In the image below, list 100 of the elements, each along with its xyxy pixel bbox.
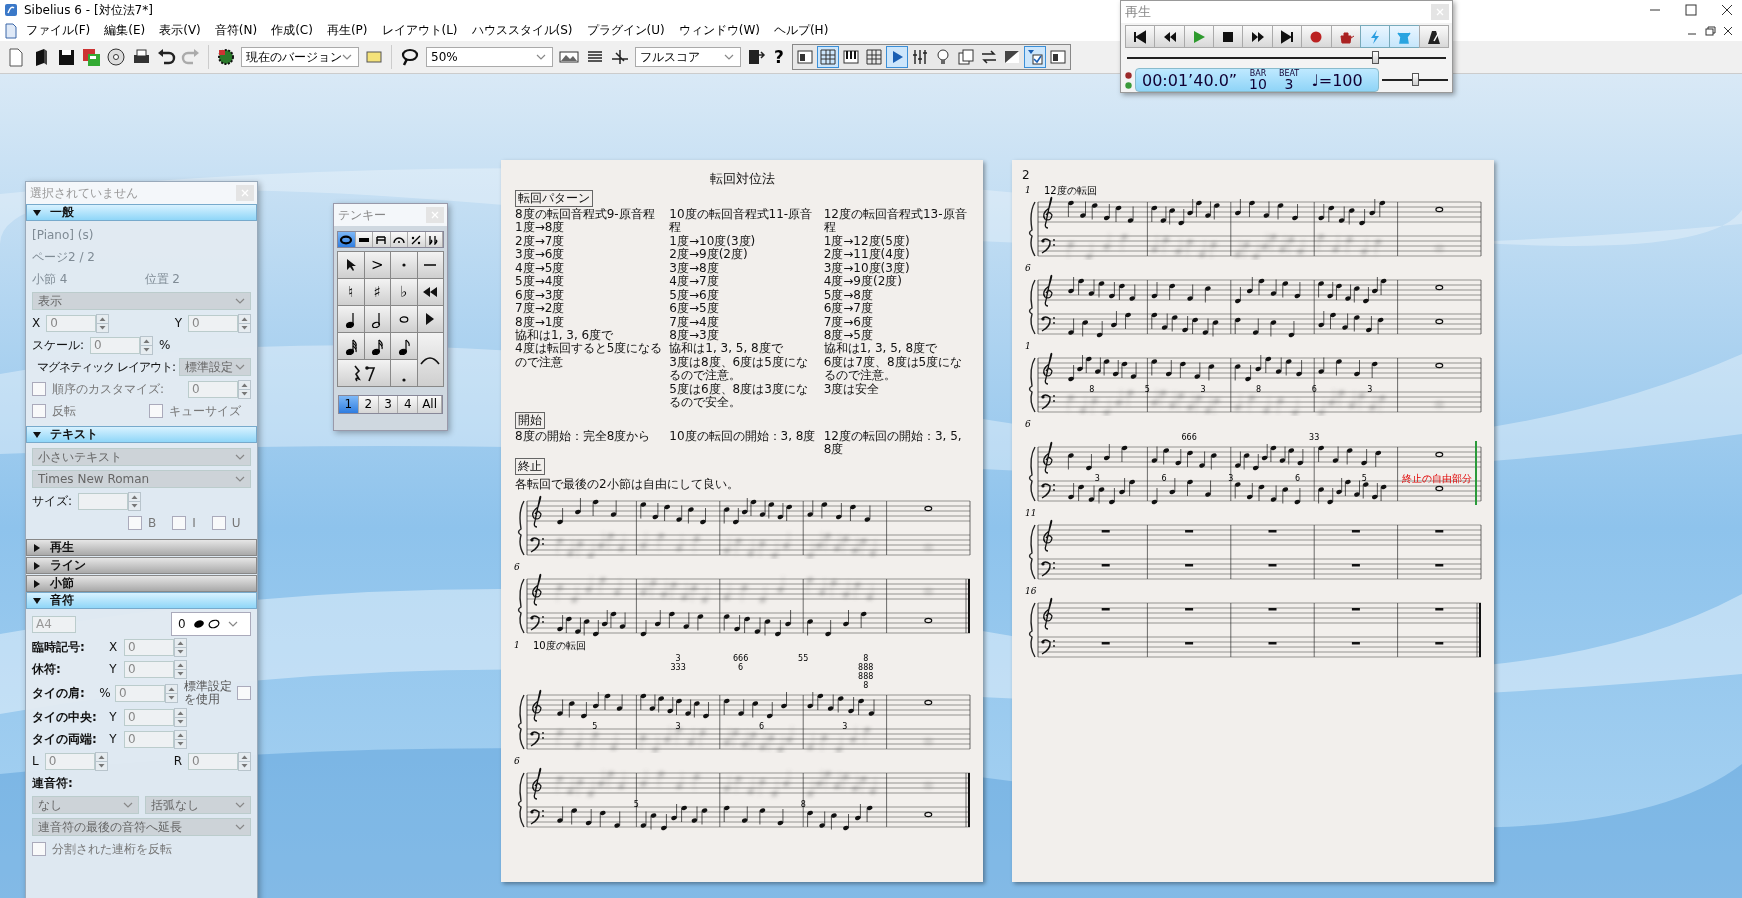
checkbox[interactable]	[32, 382, 46, 396]
spin-buttons[interactable]	[128, 491, 142, 511]
key-button[interactable]	[338, 333, 364, 359]
key-button[interactable]	[391, 333, 417, 359]
save-all-icon[interactable]	[81, 47, 101, 67]
menu-item[interactable]: レイアウト(L)	[375, 22, 464, 39]
save-icon[interactable]	[56, 47, 76, 67]
grid-icon[interactable]	[816, 46, 839, 68]
key-button[interactable]	[391, 306, 417, 332]
number-field[interactable]	[78, 492, 129, 510]
transport-button[interactable]	[1242, 25, 1273, 48]
key-button[interactable]	[338, 306, 364, 332]
key-button[interactable]	[417, 306, 443, 332]
key-button[interactable]	[338, 360, 390, 386]
measure-number: 11	[1025, 508, 1037, 518]
menu-item[interactable]: 音符(N)	[208, 22, 264, 39]
clipboard-icon[interactable]	[746, 47, 766, 67]
key-button[interactable]: ♭	[391, 279, 417, 305]
disc-icon[interactable]	[106, 47, 126, 67]
menu-item[interactable]: ファイル(F)	[20, 22, 97, 39]
key-button[interactable]: ♯	[364, 279, 390, 305]
spin-buttons[interactable]	[238, 379, 251, 399]
layout-tab[interactable]: All	[418, 396, 442, 413]
section-header[interactable]: 音符	[26, 592, 257, 609]
spin-buttons[interactable]	[165, 683, 178, 703]
key-button[interactable]: ♮	[338, 279, 364, 305]
spin-buttons[interactable]	[174, 659, 187, 679]
key-button[interactable]	[417, 252, 443, 278]
menu-item[interactable]: 表示(V)	[153, 22, 207, 39]
section-header[interactable]: 一般	[26, 204, 257, 221]
key-button[interactable]	[364, 333, 390, 359]
checkbox[interactable]	[172, 516, 187, 530]
spin-buttons[interactable]	[174, 637, 187, 657]
menu-item[interactable]: 編集(E)	[98, 22, 152, 39]
slider-thumb[interactable]	[1371, 51, 1379, 64]
view-dropdown[interactable]: フルスコア	[635, 47, 741, 67]
dropdown[interactable]: 連音符の最後の音符へ延長	[32, 818, 251, 836]
figure-number: 3	[675, 722, 681, 732]
dropdown[interactable]: 括弧なし	[144, 796, 251, 814]
keypad-tab[interactable]	[373, 232, 391, 247]
menu-item[interactable]: 再生(P)	[320, 22, 374, 39]
position-slider[interactable]	[1127, 51, 1446, 65]
key-button[interactable]	[338, 252, 364, 278]
loop-icon[interactable]	[399, 47, 421, 67]
keypad-tab[interactable]	[408, 232, 426, 247]
menu-item[interactable]: ヘルプ(H)	[767, 22, 835, 39]
layout-tab[interactable]: 1	[339, 396, 359, 413]
menu-item[interactable]: プラグイン(U)	[580, 22, 671, 39]
gear-icon[interactable]	[216, 47, 236, 67]
spin-buttons[interactable]	[174, 729, 187, 749]
dropdown[interactable]: 表示	[32, 292, 251, 310]
section-header[interactable]: 小節	[26, 575, 257, 592]
transport-button[interactable]	[1418, 25, 1449, 48]
section-label: 10度の転回	[533, 640, 586, 652]
key-button[interactable]	[417, 333, 443, 386]
transport-button[interactable]	[1330, 25, 1361, 48]
undo-icon[interactable]	[156, 47, 176, 67]
volume-slider[interactable]	[1382, 73, 1448, 87]
transport-button[interactable]	[1125, 25, 1156, 48]
spin-buttons[interactable]	[94, 751, 108, 771]
checkbox[interactable]	[211, 516, 226, 530]
section-header[interactable]: ライン	[26, 557, 257, 574]
notehead-dropdown[interactable]: 0	[171, 612, 251, 636]
transport-button[interactable]	[1213, 25, 1244, 48]
dropdown[interactable]: 小さいテキスト	[32, 448, 251, 466]
spin-buttons[interactable]	[96, 313, 110, 333]
document-icon[interactable]	[4, 22, 18, 39]
version-dropdown[interactable]: 現在のバージョン	[241, 47, 359, 67]
checkbox[interactable]	[128, 516, 142, 530]
checkbox[interactable]	[149, 404, 163, 418]
help-button[interactable]: ?	[771, 47, 787, 67]
zoom-dropdown[interactable]: 50%	[426, 47, 553, 67]
new-document-icon[interactable]	[6, 47, 26, 67]
spin-buttons[interactable]	[238, 313, 251, 333]
dropdown[interactable]: 標準設定	[179, 358, 251, 376]
play-icon[interactable]	[885, 46, 908, 68]
restore-icon[interactable]	[1702, 23, 1718, 38]
transpose-icon[interactable]	[610, 47, 630, 67]
slider-thumb[interactable]	[1412, 73, 1420, 86]
key-button[interactable]	[417, 279, 443, 305]
spin-buttons[interactable]	[140, 335, 154, 355]
measure-number: 1	[1025, 341, 1031, 351]
key-button[interactable]: >	[364, 252, 390, 278]
section-header[interactable]: テキスト	[26, 426, 257, 443]
spin-buttons[interactable]	[174, 707, 187, 727]
checkbox[interactable]	[32, 404, 46, 418]
dropdown[interactable]: なし	[32, 796, 139, 814]
menu-item[interactable]: 作成(C)	[265, 22, 319, 39]
menu-item[interactable]: ハウススタイル(S)	[465, 22, 579, 39]
transport-button[interactable]	[1154, 25, 1185, 48]
key-button[interactable]	[364, 306, 390, 332]
dropdown[interactable]: Times New Roman	[32, 470, 251, 488]
menu-item[interactable]: ウィンドウ(W)	[672, 22, 766, 39]
section-header[interactable]: 再生	[26, 539, 257, 556]
checkbox[interactable]	[237, 686, 251, 700]
layout-tab[interactable]: 4	[398, 396, 419, 413]
checkbox[interactable]	[32, 842, 46, 856]
spin-buttons[interactable]	[238, 751, 251, 771]
checkbox-icon[interactable]	[1023, 46, 1046, 68]
keypad-tab[interactable]	[338, 232, 356, 247]
